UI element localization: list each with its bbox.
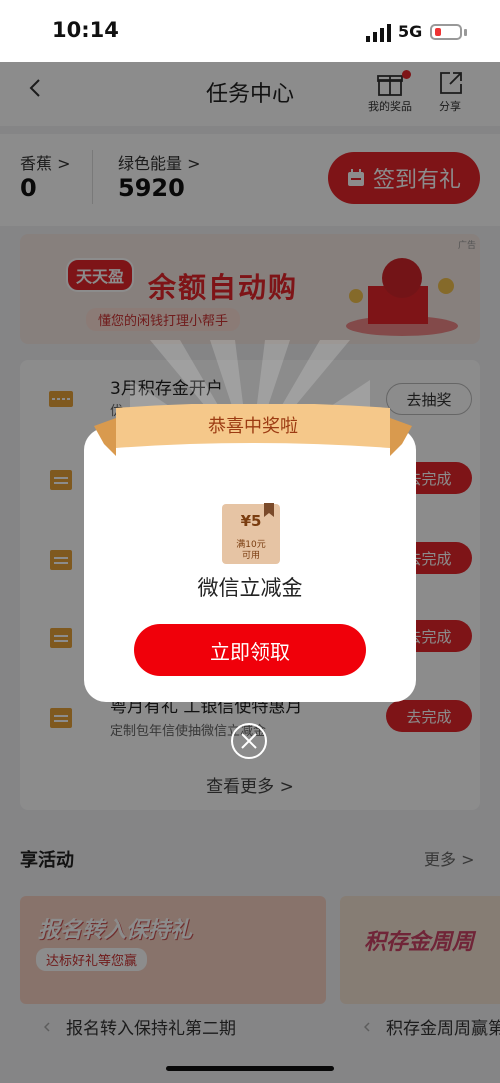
claim-button[interactable]: 立即领取 (134, 624, 366, 676)
coupon-value: ¥5 (240, 512, 262, 530)
battery-icon (430, 24, 462, 40)
close-icon[interactable] (230, 722, 268, 760)
congrats-title: 恭喜中奖啦 (208, 416, 298, 437)
signal-icon (366, 24, 391, 42)
network-type: 5G (398, 22, 423, 41)
prize-name: 微信立减金 (197, 576, 303, 600)
coupon-condition: 满10元 可用 (236, 540, 266, 561)
battery-cap (464, 29, 467, 36)
status-time: 10:14 (52, 18, 119, 42)
